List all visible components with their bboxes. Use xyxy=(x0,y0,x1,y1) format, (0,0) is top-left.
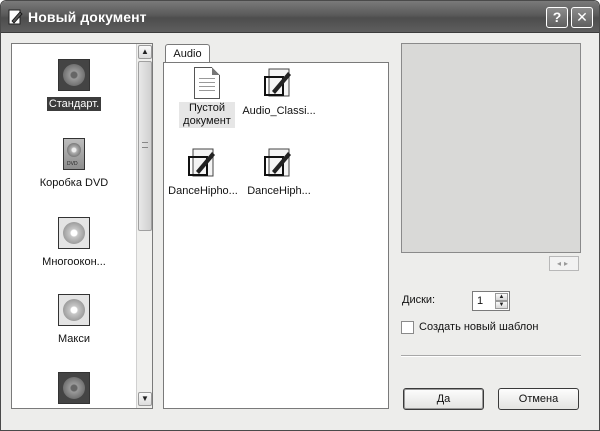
discs-value[interactable]: 1 xyxy=(477,295,483,307)
layout-item-dvd-box[interactable]: Коробка DVD xyxy=(12,138,136,190)
template-label: DanceHiph... xyxy=(247,185,311,197)
create-template-label: Создать новый шаблон xyxy=(419,321,539,333)
template-dance-hiphop-2[interactable]: DanceHiph... xyxy=(240,147,318,198)
layout-item-label: Коробка DVD xyxy=(39,177,109,189)
layout-item-multiwindow[interactable]: Многоокон... xyxy=(12,217,136,269)
new-document-dialog: Новый документ ? ✕ Стандарт. Коробка DVD… xyxy=(0,0,600,431)
layout-list-scrollbar[interactable]: ▲ ▼ xyxy=(136,44,152,408)
grip-icon xyxy=(142,142,148,148)
create-template-checkbox[interactable] xyxy=(401,321,414,334)
dvd-box-icon xyxy=(63,138,85,170)
template-document-icon xyxy=(264,68,291,97)
template-label: DanceHipho... xyxy=(168,185,238,197)
ok-button[interactable]: Да xyxy=(403,388,484,410)
window-title: Новый документ xyxy=(28,9,147,25)
template-document-icon xyxy=(264,148,291,177)
app-icon xyxy=(8,9,23,25)
scroll-up-button[interactable]: ▲ xyxy=(138,45,152,59)
template-blank-document[interactable]: Пустой документ xyxy=(168,67,246,128)
layout-list[interactable]: Стандарт. Коробка DVD Многоокон... Макси… xyxy=(11,43,153,409)
layout-item-label: Многоокон... xyxy=(42,256,106,268)
template-label: Audio_Classi... xyxy=(242,105,316,117)
layout-item-label: Стандарт. xyxy=(46,97,102,111)
template-audio-classic[interactable]: Audio_Classi... xyxy=(240,67,318,118)
scroll-down-button[interactable]: ▼ xyxy=(138,392,152,406)
layout-item-standard[interactable]: Стандарт. xyxy=(12,59,136,111)
dark-disc-icon xyxy=(58,372,90,404)
disc-icon xyxy=(58,217,90,249)
help-button[interactable]: ? xyxy=(546,7,568,28)
layout-item-extra[interactable] xyxy=(12,372,136,404)
template-panel: Пустой документ Audio_Classi... DanceHip… xyxy=(163,62,389,409)
discs-label: Диски: xyxy=(402,294,436,306)
template-label: Пустой документ xyxy=(179,102,235,128)
preview-scroll-arrows-icon[interactable]: ◂▸ xyxy=(549,256,579,271)
title-bar[interactable]: Новый документ ? ✕ xyxy=(1,1,599,33)
spin-down-icon[interactable]: ▼ xyxy=(495,301,508,309)
disc-icon xyxy=(58,294,90,326)
divider xyxy=(401,355,581,357)
close-button[interactable]: ✕ xyxy=(571,7,593,28)
template-document-icon xyxy=(188,148,215,177)
layout-item-label: Макси xyxy=(58,333,90,345)
blank-document-icon xyxy=(194,67,220,99)
tab-audio[interactable]: Audio xyxy=(165,44,210,63)
template-dance-hiphop-1[interactable]: DanceHipho... xyxy=(164,147,242,198)
preview-area xyxy=(401,43,581,253)
dark-disc-icon xyxy=(58,59,90,91)
layout-item-maxi[interactable]: Макси xyxy=(12,294,136,346)
discs-stepper[interactable]: 1 ▲ ▼ xyxy=(472,291,510,311)
scroll-thumb[interactable] xyxy=(138,61,152,231)
spin-up-icon[interactable]: ▲ xyxy=(495,293,508,301)
cancel-button[interactable]: Отмена xyxy=(498,388,579,410)
